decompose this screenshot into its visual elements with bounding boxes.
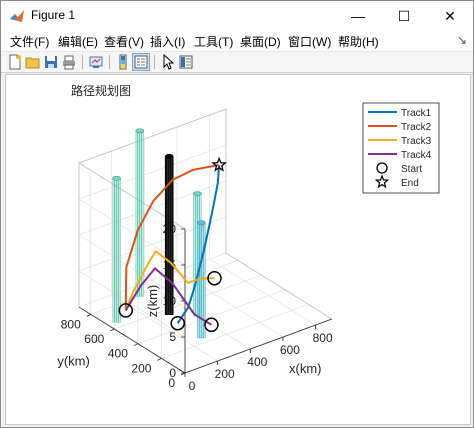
menu-help[interactable]: 帮助(H) [338,33,379,50]
obstacle-cylinder [112,176,121,323]
y-axis-label: y(km) [57,353,90,368]
legend-label: Track3 [401,136,432,147]
menu-tools[interactable]: 工具(T) [194,33,233,50]
x-tick-label: 800 [313,331,333,345]
insert-legend-icon[interactable] [132,53,150,71]
z-tick-label: 5 [169,330,176,344]
figure-window: Figure 1 — ☐ ✕ 文件(F) 编辑(E) 查看(V) 插入(I) 工… [0,0,474,428]
x-axis-label: x(km) [289,361,322,376]
y-tick [157,357,162,361]
y-tick [133,343,139,347]
figure-canvas: 0200400600800020040060080005101520x(km)y… [5,74,471,425]
y-tick-label: 600 [84,332,104,346]
toggle-colorbar-icon[interactable] [115,54,131,70]
pointer-icon[interactable] [160,54,176,70]
obstacle-cylinder [135,128,145,297]
menu-insert[interactable]: 插入(I) [150,33,185,50]
z-tick-label: 0 [169,366,176,380]
obstacle-cap [196,220,206,225]
x-tick-label: 0 [189,379,196,393]
y-tick-label: 400 [108,347,128,361]
toolbar [1,52,473,73]
menu-bar: 文件(F) 编辑(E) 查看(V) 插入(I) 工具(T) 桌面(D) 窗口(W… [1,31,473,52]
toolbar-separator [82,55,83,69]
dock-arrow-icon[interactable]: ↘ [457,33,467,47]
menu-view[interactable]: 查看(V) [104,33,144,50]
toolbar-separator [109,55,110,69]
toolbar-separator [154,55,155,69]
obstacle-cap [193,191,202,196]
obstacle-cap [164,153,174,159]
x-tick-label: 600 [280,343,300,357]
obstacle-cap [135,128,145,134]
legend-label: Track2 [401,122,432,133]
y-tick [86,314,91,317]
close-button[interactable]: ✕ [427,1,473,31]
matlab-icon [10,10,24,22]
menu-window[interactable]: 窗口(W) [288,33,331,50]
maximize-button[interactable]: ☐ [381,1,427,31]
legend-label: Start [401,164,422,175]
link-plot-icon[interactable] [88,54,104,70]
minimize-button[interactable]: — [335,1,381,31]
chart: 0200400600800020040060080005101520x(km)y… [57,83,440,393]
y-tick-label: 200 [131,361,151,375]
print-icon[interactable] [61,54,77,70]
menu-edit[interactable]: 编辑(E) [58,33,98,50]
save-icon[interactable] [43,54,59,70]
window-title: Figure 1 [31,8,76,22]
y-tick-label: 800 [61,317,81,331]
legend-label: Track1 [401,108,432,119]
z-axis-label: z(km) [145,285,160,318]
obstacle-cap [112,176,121,181]
new-figure-icon[interactable] [7,54,23,70]
obstacle-cylinder [164,153,174,315]
legend-label: Track4 [401,150,432,161]
menu-desktop[interactable]: 桌面(D) [240,33,281,50]
title-bar[interactable]: Figure 1 — ☐ ✕ [1,1,473,31]
x-tick-label: 400 [247,355,267,369]
menu-file[interactable]: 文件(F) [10,33,49,50]
x-tick-label: 200 [215,367,235,381]
chart-title: 路径规划图 [71,83,131,98]
y-tick [110,328,115,332]
property-inspector-icon[interactable] [178,54,194,70]
open-file-icon[interactable] [25,54,41,70]
legend-label: End [401,178,419,189]
